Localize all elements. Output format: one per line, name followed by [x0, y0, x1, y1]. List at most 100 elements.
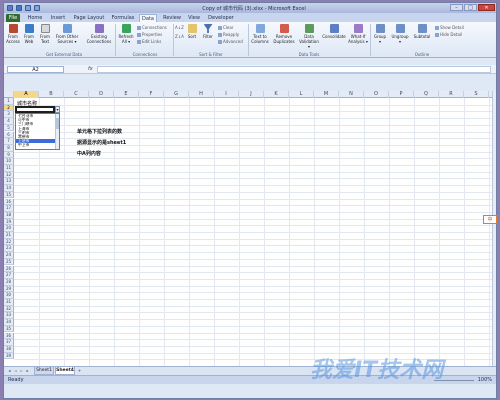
tab-insert[interactable]: Insert	[48, 14, 68, 22]
fx-icon[interactable]: fx	[88, 66, 93, 72]
filter-button[interactable]: Filter	[201, 24, 215, 39]
column-header-q[interactable]: Q	[414, 91, 439, 98]
dropdown-option[interactable]: 中卫市	[16, 143, 59, 147]
close-button[interactable]: ✕	[478, 4, 495, 11]
row-header-13[interactable]: 13	[4, 178, 14, 186]
dropdown-scroll-thumb[interactable]	[56, 118, 59, 129]
row-header-33[interactable]: 33	[4, 312, 14, 320]
tab-developer[interactable]: Developer	[206, 14, 236, 22]
row-header-12[interactable]: 12	[4, 171, 14, 179]
subtotal-button[interactable]: Subtotal	[412, 24, 432, 39]
row-header-2[interactable]: 2	[4, 104, 14, 112]
edit-links-button[interactable]: Edit Links	[137, 39, 161, 44]
minimize-button[interactable]: –	[450, 4, 463, 11]
data-validation-button[interactable]: Data Validation ▾	[298, 24, 320, 49]
what-if-analysis-button[interactable]: What-If Analysis ▾	[348, 24, 368, 44]
column-header-n[interactable]: N	[339, 91, 364, 98]
remove-duplicates-button[interactable]: Remove Duplicates	[273, 24, 295, 44]
properties-button[interactable]: Properties	[137, 32, 162, 37]
column-header-j[interactable]: J	[239, 91, 264, 98]
first-sheet-icon[interactable]: ◂	[7, 368, 12, 374]
column-header-l[interactable]: L	[289, 91, 314, 98]
row-header-5[interactable]: 5	[4, 124, 14, 132]
row-header-15[interactable]: 15	[4, 191, 14, 199]
row-header-19[interactable]: 19	[4, 218, 14, 226]
column-header-b[interactable]: B	[39, 91, 64, 98]
from-access-button[interactable]: From Access	[6, 24, 20, 44]
row-header-22[interactable]: 22	[4, 238, 14, 246]
clear-button[interactable]: Clear	[218, 25, 233, 30]
redo-icon[interactable]	[34, 5, 40, 11]
column-header-f[interactable]: F	[139, 91, 164, 98]
sheet-tab-sheet1[interactable]: Sheet1	[34, 367, 54, 375]
column-header-g[interactable]: G	[164, 91, 189, 98]
row-header-37[interactable]: 37	[4, 339, 14, 346]
row-header-27[interactable]: 27	[4, 272, 14, 279]
dropdown-arrow-icon[interactable]: ▾	[55, 106, 60, 113]
consolidate-button[interactable]: Consolidate	[322, 24, 346, 39]
next-sheet-icon[interactable]: ▹	[19, 368, 24, 374]
row-header-34[interactable]: 34	[4, 319, 14, 326]
text-to-columns-button[interactable]: Text to Columns	[250, 24, 270, 44]
undo-icon[interactable]	[25, 5, 31, 11]
row-header-3[interactable]: 3	[4, 111, 14, 119]
row-header-32[interactable]: 32	[4, 305, 14, 313]
row-header-28[interactable]: 28	[4, 278, 14, 286]
row-header-25[interactable]: 25	[4, 258, 14, 266]
row-header-4[interactable]: 4	[4, 118, 14, 125]
tab-data[interactable]: Data	[139, 14, 157, 22]
row-header-7[interactable]: 7	[4, 138, 14, 145]
formula-input[interactable]	[97, 66, 491, 73]
column-header-i[interactable]: I	[214, 91, 239, 98]
row-header-36[interactable]: 36	[4, 332, 14, 340]
ime-indicator-icon[interactable]: 中	[483, 215, 497, 224]
existing-connections-button[interactable]: Existing Connections	[84, 24, 114, 44]
tab-view[interactable]: View	[186, 14, 202, 22]
maximize-button[interactable]: □	[464, 4, 477, 11]
group-button[interactable]: Group ▾	[372, 24, 388, 44]
row-header-11[interactable]: 11	[4, 165, 14, 172]
row-header-17[interactable]: 17	[4, 205, 14, 212]
column-header-s[interactable]: S	[464, 91, 489, 98]
last-sheet-icon[interactable]: ▸	[25, 368, 30, 374]
row-header-16[interactable]: 16	[4, 198, 14, 206]
tab-home[interactable]: Home	[26, 14, 44, 22]
row-header-21[interactable]: 21	[4, 232, 14, 239]
row-header-24[interactable]: 24	[4, 252, 14, 259]
sort-button[interactable]: Sort	[186, 24, 198, 39]
connections-button[interactable]: Connections	[137, 25, 167, 30]
tab-page-layout[interactable]: Page Layout	[72, 14, 106, 22]
row-header-18[interactable]: 18	[4, 211, 14, 219]
column-header-m[interactable]: M	[314, 91, 339, 98]
column-header-e[interactable]: E	[114, 91, 139, 98]
row-header-10[interactable]: 10	[4, 158, 14, 165]
active-cell-a2[interactable]	[15, 106, 55, 113]
name-box[interactable]: A2	[7, 66, 64, 73]
row-header-35[interactable]: 35	[4, 325, 14, 333]
row-header-38[interactable]: 38	[4, 345, 14, 353]
insert-sheet-icon[interactable]: +	[77, 368, 82, 374]
column-header-r[interactable]: R	[439, 91, 464, 98]
from-text-button[interactable]: From Text	[38, 24, 52, 44]
column-header-h[interactable]: H	[189, 91, 214, 98]
reapply-button[interactable]: Reapply	[218, 32, 239, 37]
column-header-p[interactable]: P	[389, 91, 414, 98]
dropdown-scrollbar[interactable]	[55, 114, 59, 149]
sheet-tab-sheet4[interactable]: Sheet4	[55, 367, 75, 375]
zoom-level[interactable]: 100%	[478, 377, 492, 383]
save-icon[interactable]	[16, 5, 22, 11]
row-header-6[interactable]: 6	[4, 131, 14, 139]
ungroup-button[interactable]: Ungroup ▾	[390, 24, 410, 44]
row-header-29[interactable]: 29	[4, 285, 14, 293]
row-header-39[interactable]: 39	[4, 352, 14, 360]
hide-detail-button[interactable]: Hide Detail	[435, 32, 462, 37]
row-header-23[interactable]: 23	[4, 245, 14, 253]
validation-dropdown-list[interactable]: 七台河市 可中市 三门峡市 上海市 三明市 常德市 上饶市 中卫市	[15, 113, 60, 150]
select-all-corner[interactable]	[4, 91, 14, 98]
worksheet-grid[interactable]: ABCDEFGHIJKLMNOPQRS 1 2 3 4 5 6 7 8 9 10 11 12 13 14 1…	[4, 91, 492, 366]
column-header-k[interactable]: K	[264, 91, 289, 98]
row-header-8[interactable]: 8	[4, 144, 14, 152]
row-header-1[interactable]: 1	[4, 98, 14, 105]
sort-az-button[interactable]: A↓Z	[175, 25, 184, 30]
row-header-26[interactable]: 26	[4, 265, 14, 273]
